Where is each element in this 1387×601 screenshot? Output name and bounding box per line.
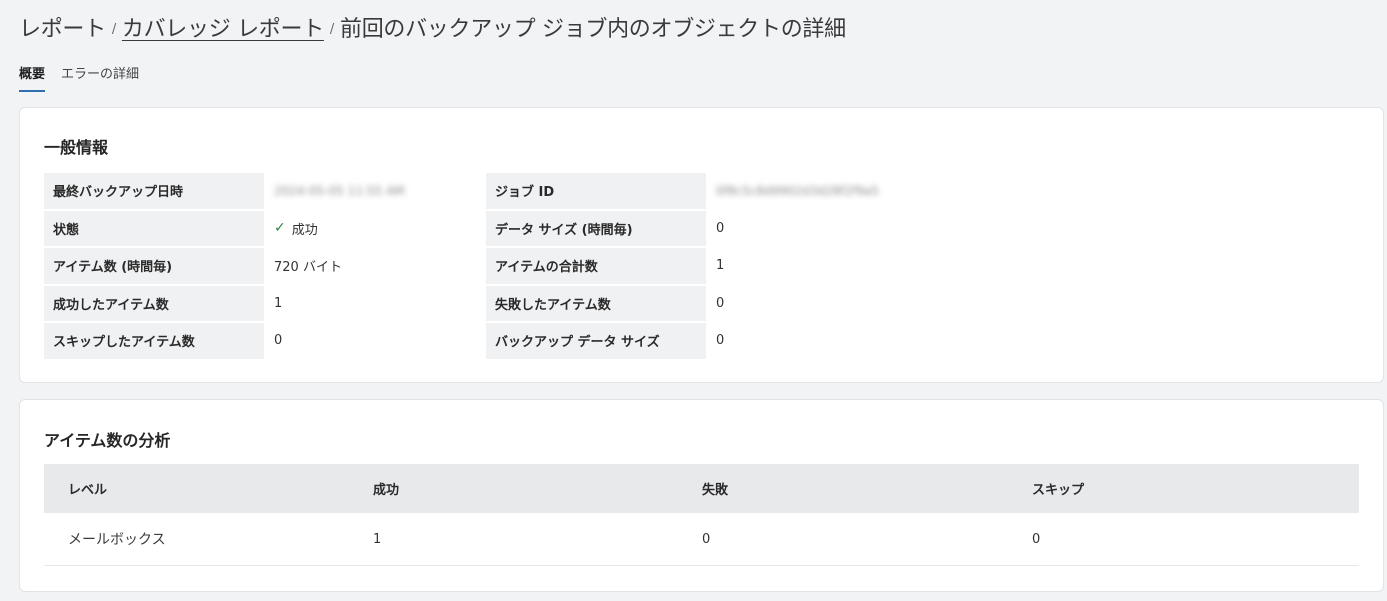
info-value: 1 xyxy=(706,248,906,286)
item-analysis-card: アイテム数の分析 レベル 成功 失敗 スキップ メールボックス 1 0 0 xyxy=(19,399,1384,592)
info-value: 0 xyxy=(264,323,486,361)
info-label: 成功したアイテム数 xyxy=(44,285,264,323)
info-label: アイテム数 (時間毎) xyxy=(44,248,264,286)
table-header: レベル 成功 失敗 スキップ xyxy=(44,464,1359,513)
general-info-grid: 最終バックアップ日時 2024-05-05 11:55 AM ジョブ ID 0f… xyxy=(44,173,906,361)
table-row: メールボックス 1 0 0 xyxy=(44,513,1359,566)
blurred-value: 0f8c5c8d9902d3d28f2f9a5 xyxy=(716,183,879,198)
general-info-card: 一般情報 最終バックアップ日時 2024-05-05 11:55 AM ジョブ … xyxy=(19,107,1384,383)
last-backup-time-value: 2024-05-05 11:55 AM xyxy=(264,173,486,211)
item-analysis-title: アイテム数の分析 xyxy=(44,431,171,450)
info-label: 最終バックアップ日時 xyxy=(44,173,264,211)
general-info-title: 一般情報 xyxy=(44,138,109,157)
tab-bar: 概要 エラーの詳細 xyxy=(19,64,139,92)
column-header-success[interactable]: 成功 xyxy=(349,479,678,498)
check-icon: ✓ xyxy=(274,220,286,237)
table-cell: 0 xyxy=(1032,531,1041,547)
table-cell: 1 xyxy=(373,531,382,547)
column-header-skipped[interactable]: スキップ xyxy=(1008,479,1359,498)
info-label: 状態 xyxy=(44,210,264,248)
info-value: 0 xyxy=(706,286,906,323)
item-analysis-table: レベル 成功 失敗 スキップ メールボックス 1 0 0 xyxy=(44,464,1359,566)
job-id-value: 0f8c5c8d9902d3d28f2f9a5 xyxy=(706,173,906,211)
info-label: バックアップ データ サイズ xyxy=(486,323,706,361)
page-title: 前回のバックアップ ジョブ内のオブジェクトの詳細 xyxy=(340,17,846,42)
info-value: 720 バイト xyxy=(264,248,486,286)
breadcrumb-coverage-report-link[interactable]: カバレッジ レポート xyxy=(122,11,324,43)
breadcrumb: レポート / カバレッジ レポート / 前回のバックアップ ジョブ内のオブジェク… xyxy=(19,10,846,44)
info-label: アイテムの合計数 xyxy=(486,248,706,286)
info-label: 失敗したアイテム数 xyxy=(486,285,706,323)
info-label: ジョブ ID xyxy=(486,173,706,211)
tab-error-details[interactable]: エラーの詳細 xyxy=(61,64,139,92)
blurred-value: 2024-05-05 11:55 AM xyxy=(274,183,405,198)
status-text: 成功 xyxy=(291,222,318,238)
info-label: スキップしたアイテム数 xyxy=(44,323,264,361)
info-value: 0 xyxy=(706,323,906,361)
info-value: 1 xyxy=(264,286,486,323)
column-header-level[interactable]: レベル xyxy=(44,479,349,498)
breadcrumb-reports[interactable]: レポート xyxy=(19,11,106,43)
info-value: 0 xyxy=(706,211,906,248)
table-cell: メールボックス xyxy=(68,532,166,548)
column-header-failed[interactable]: 失敗 xyxy=(678,479,1008,498)
breadcrumb-separator: / xyxy=(111,21,116,37)
tab-overview[interactable]: 概要 xyxy=(19,64,46,92)
breadcrumb-separator: / xyxy=(329,21,334,37)
info-label: データ サイズ (時間毎) xyxy=(486,210,706,248)
status-value: ✓ 成功 xyxy=(264,211,486,248)
table-cell: 0 xyxy=(702,531,711,547)
